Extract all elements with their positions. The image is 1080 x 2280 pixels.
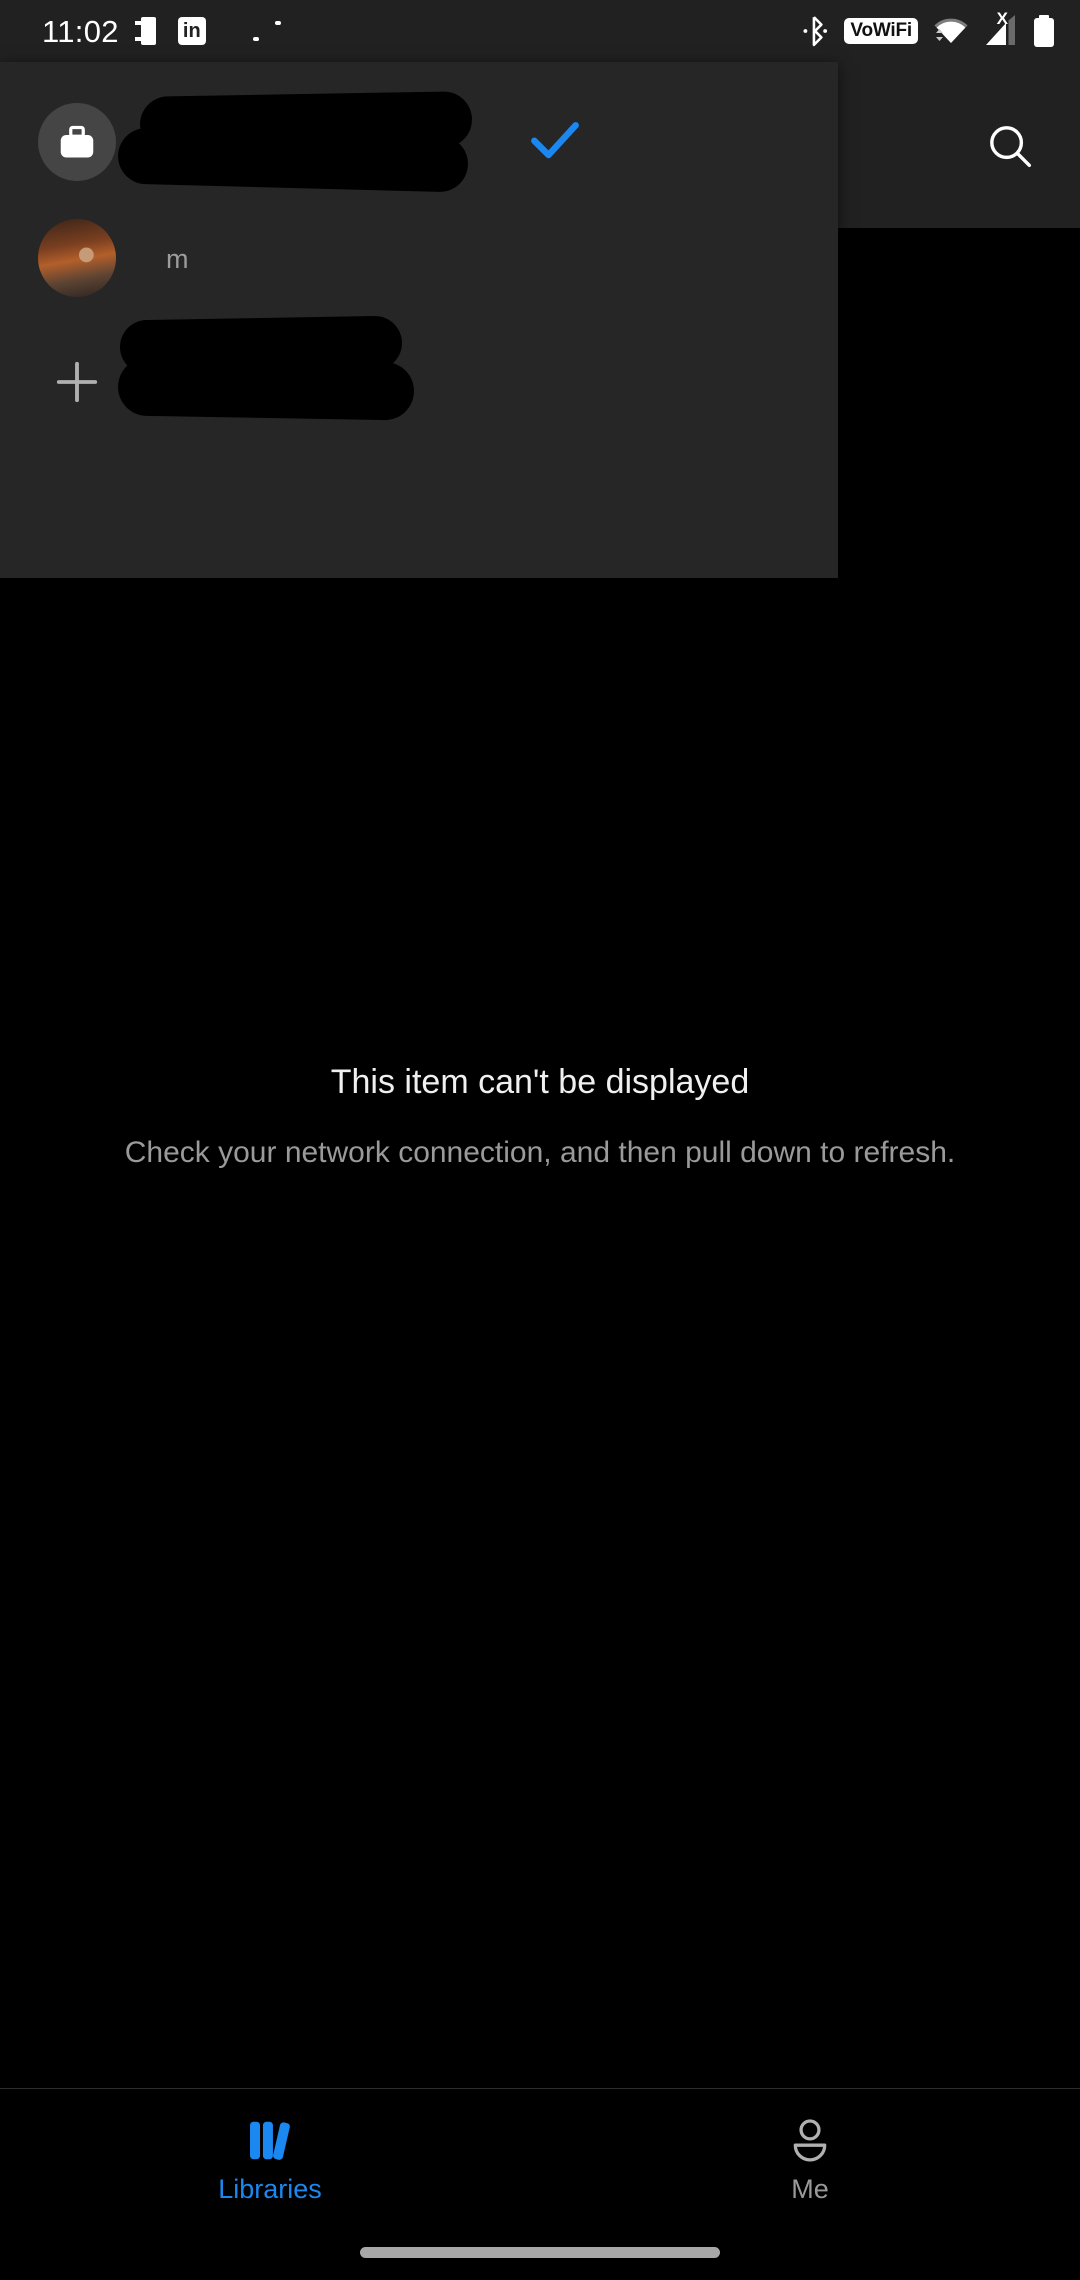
nav-label-me: Me [791, 2173, 829, 2204]
plus-icon [38, 357, 116, 407]
work-account-avatar [38, 103, 116, 181]
nav-label-libraries: Libraries [218, 2173, 322, 2204]
linkedin-icon: in [177, 17, 206, 45]
account-row-personal[interactable]: m [0, 200, 838, 421]
phone-screen: 11:02 in VoWiFi X m Add account This ite… [0, 0, 1080, 2280]
empty-state-title: This item can't be displayed [330, 1063, 750, 1101]
briefcase-icon [60, 125, 94, 157]
empty-state-subtitle: Check your network connection, and then … [124, 1136, 956, 1170]
vowifi-icon: VoWiFi [844, 18, 918, 44]
books-icon [250, 2121, 290, 2160]
screenshot-icon [134, 16, 281, 46]
account-text-personal: m [166, 239, 838, 277]
nav-item-me[interactable]: Me [540, 2089, 1080, 2232]
battery-icon [1034, 15, 1054, 47]
cellular-x-label: X [996, 9, 1008, 28]
redaction-mark [117, 127, 469, 193]
account-row-work[interactable] [0, 84, 838, 200]
cellular-signal-icon: X [984, 9, 1018, 47]
add-account-button[interactable]: Add account [0, 330, 838, 434]
user-avatar [38, 219, 116, 297]
empty-state: This item can't be displayed Check your … [0, 1060, 1080, 1175]
account-text-work [166, 141, 838, 144]
redaction-mark [139, 91, 473, 153]
account-switcher-panel: m Add account [0, 62, 838, 578]
status-bar-right: VoWiFi X [802, 9, 1054, 47]
wifi-icon [934, 18, 968, 43]
status-bar-clock: 11:02 [42, 13, 119, 49]
status-bar-left: 11:02 in [42, 13, 281, 49]
person-icon [793, 2118, 827, 2161]
gesture-navigation-bar[interactable] [360, 2247, 720, 2258]
bluetooth-icon [803, 16, 828, 47]
search-icon[interactable] [978, 114, 1042, 178]
account-selected-check-icon [524, 109, 586, 176]
bottom-navigation-bar: Libraries Me [0, 2088, 1080, 2232]
account-email: m [166, 243, 189, 274]
nav-item-libraries[interactable]: Libraries [0, 2089, 540, 2232]
status-bar: 11:02 in VoWiFi X [0, 0, 1080, 62]
add-account-label: Add account [166, 364, 339, 399]
